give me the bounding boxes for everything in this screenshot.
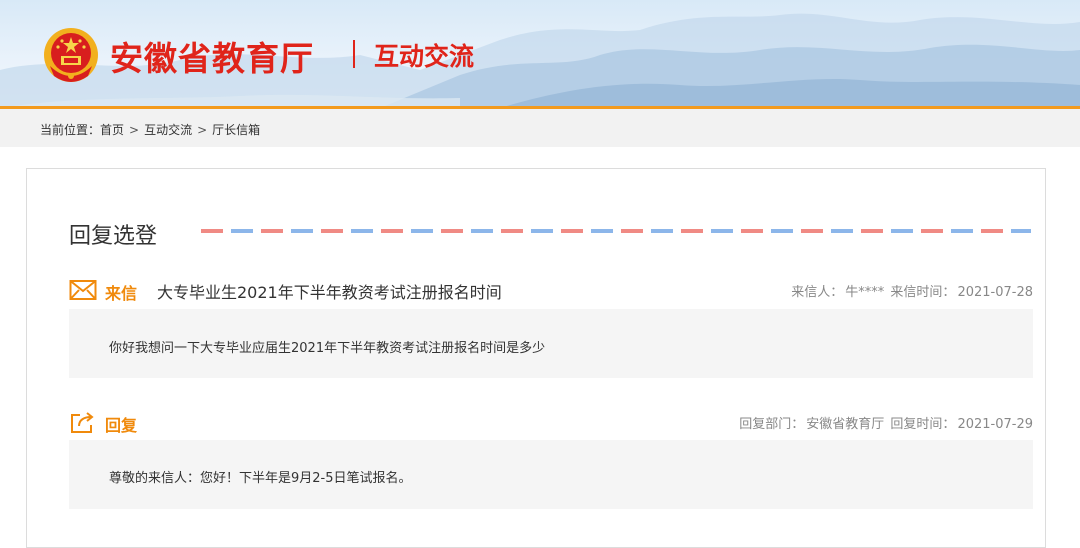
reply-label: 回复 [105, 416, 138, 435]
share-reply-icon [71, 412, 94, 433]
letter-label: 来信 [105, 284, 138, 303]
section-title[interactable]: 互动交流 [374, 37, 474, 73]
sender-name: 牛**** [845, 285, 885, 300]
national-emblem-icon [44, 28, 98, 82]
reply-meta: 回复部门： 安徽省教育厅 回复时间： 2021-07-29 [737, 413, 1033, 432]
reply-body: 尊敬的来信人：您好！下半年是9月2-5日笔试报名。 [109, 471, 412, 486]
breadcrumb-home[interactable]: 首页 [100, 123, 124, 137]
reply-date: 2021-07-29 [957, 417, 1033, 432]
reply-date-label: 回复时间： [890, 417, 956, 432]
reply-dept: 安徽省教育厅 [806, 417, 885, 432]
letter-date-label: 来信时间： [890, 285, 956, 300]
breadcrumb-prefix: 当前位置： [40, 123, 101, 137]
breadcrumb-separator: > [129, 123, 140, 137]
sender-label: 来信人： [791, 285, 844, 300]
airmail-divider [201, 229, 1031, 233]
site-title[interactable]: 安徽省教育厅 [110, 32, 314, 80]
letter-header: 来信 大专毕业生2021年下半年教资考试注册报名时间 来信人： 牛**** 来信时… [69, 276, 1033, 304]
header-banner: 安徽省教育厅 互动交流 [0, 0, 1080, 108]
reply-header: 回复 回复部门： 安徽省教育厅 回复时间： 2021-07-29 [69, 408, 1033, 436]
breadcrumb-bar: 当前位置：首页 > 互动交流 > 厅长信箱 [0, 109, 1080, 147]
panel-heading: 回复选登 [69, 224, 158, 249]
reply-panel: 回复选登 来信 大专毕业生2021年下半年教资考试注册报名时间 来信人： 牛***… [26, 168, 1046, 548]
letter-subject: 大专毕业生2021年下半年教资考试注册报名时间 [157, 283, 502, 302]
letter-date: 2021-07-28 [957, 285, 1033, 300]
breadcrumb-mailbox[interactable]: 厅长信箱 [212, 123, 260, 137]
reply-body-box: 尊敬的来信人：您好！下半年是9月2-5日笔试报名。 [69, 440, 1033, 509]
reply-dept-label: 回复部门： [739, 417, 805, 432]
letter-body-box: 你好我想问一下大专毕业应届生2021年下半年教资考试注册报名时间是多少 [69, 309, 1033, 378]
breadcrumb-interaction[interactable]: 互动交流 [144, 123, 192, 137]
breadcrumb: 当前位置：首页 > 互动交流 > 厅长信箱 [40, 121, 260, 138]
title-divider [353, 40, 355, 68]
breadcrumb-separator: > [197, 123, 208, 137]
letter-body: 你好我想问一下大专毕业应届生2021年下半年教资考试注册报名时间是多少 [109, 341, 546, 356]
envelope-icon [69, 280, 97, 300]
letter-meta: 来信人： 牛**** 来信时间： 2021-07-28 [789, 281, 1033, 300]
